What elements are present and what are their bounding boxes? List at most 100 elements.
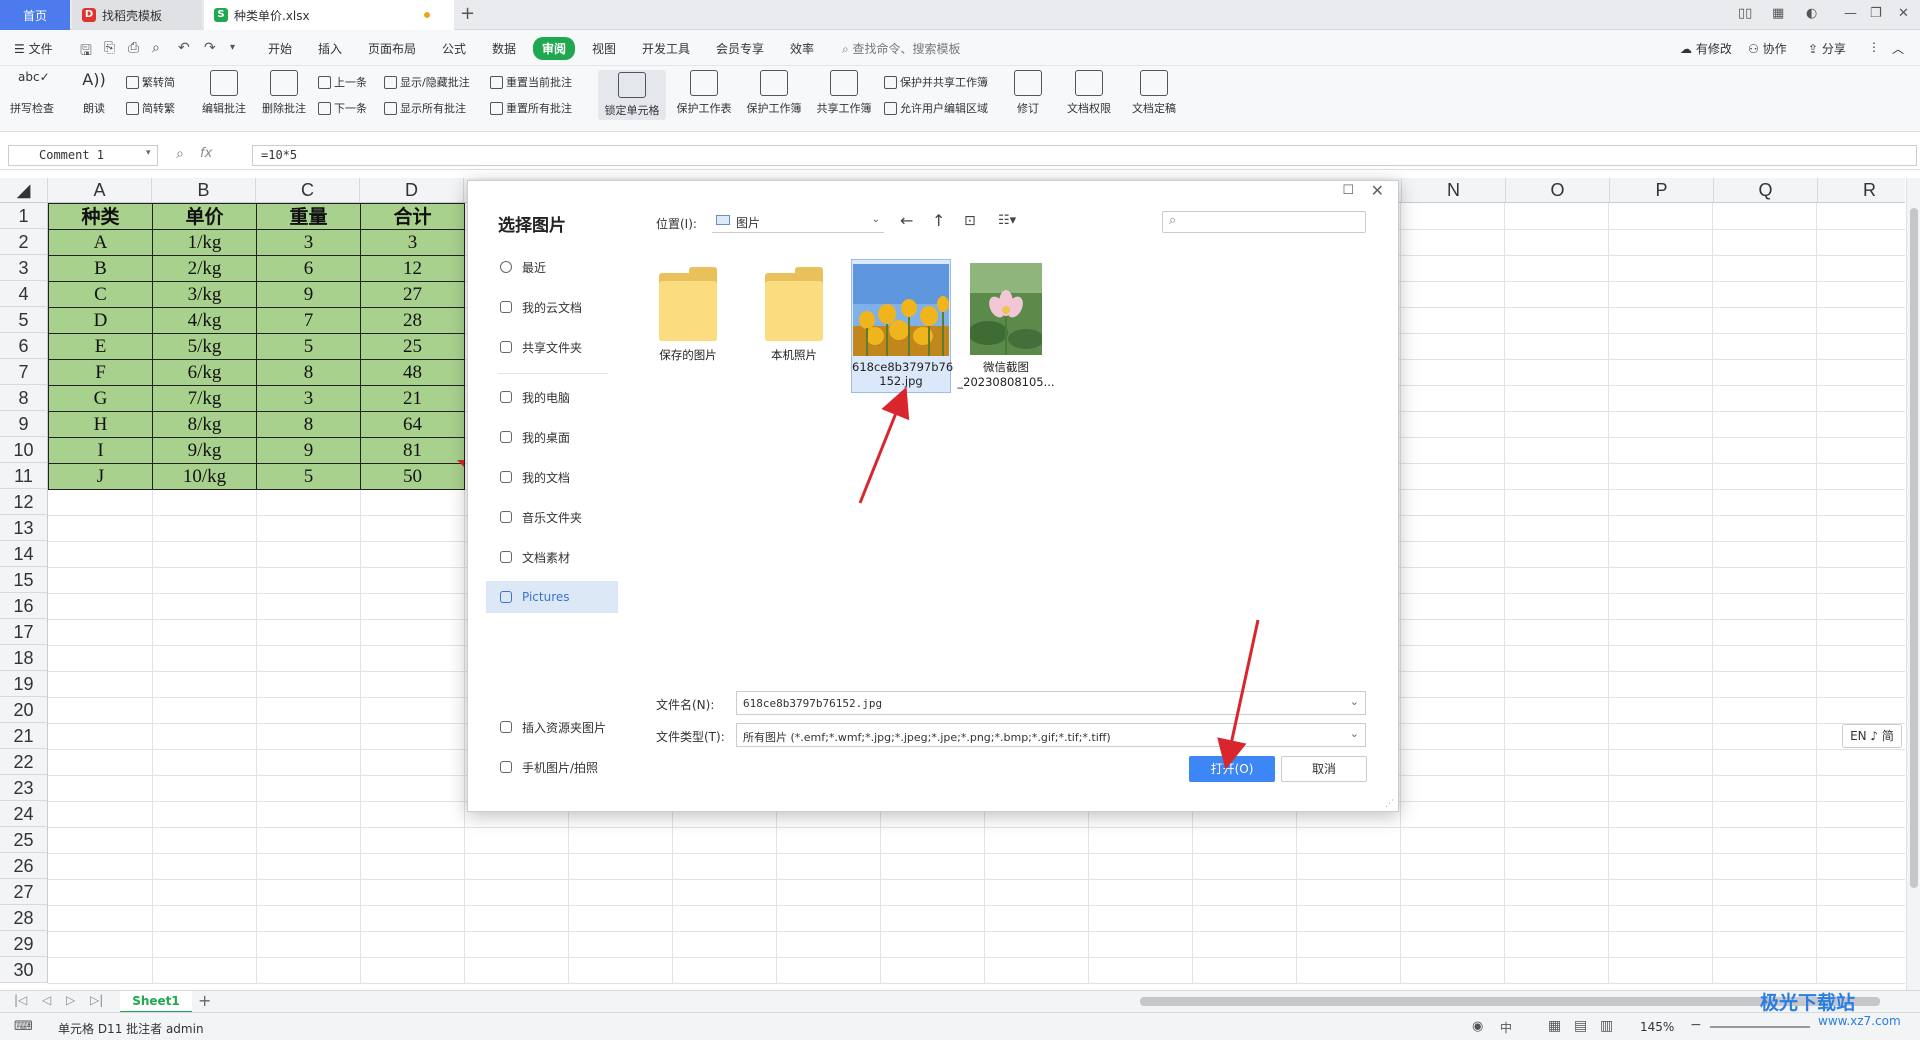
table-cell[interactable]: 27 [360,281,465,308]
table-cell[interactable]: B [48,255,153,282]
share-workbook-button[interactable]: 共享工作簿 [814,70,874,116]
menu-start[interactable]: 开始 [268,40,292,57]
menu-data[interactable]: 数据 [492,40,516,57]
simp-to-trad-button[interactable]: 简转繁 [126,100,175,116]
chevron-down-icon[interactable]: ⌄ [1350,695,1359,708]
collapse-ribbon-icon[interactable]: ︿ [1892,40,1904,57]
table-cell[interactable]: 2/kg [152,255,257,282]
menu-efficiency[interactable]: 效率 [790,40,814,57]
vertical-scroll-thumb[interactable] [1910,208,1918,888]
row-header[interactable]: 27 [0,879,48,905]
more-quick-icon[interactable]: ▾ [230,42,235,53]
row-header[interactable]: 12 [0,489,48,515]
select-all-corner[interactable]: ◢ [0,178,48,203]
new-tab-icon[interactable]: + [460,3,475,24]
table-cell[interactable]: 4/kg [152,307,257,334]
fx-icon[interactable]: fx [200,146,212,161]
prev-sheet-icon[interactable]: ◁ [42,993,51,1007]
row-header[interactable]: 9 [0,411,48,437]
normal-view-icon[interactable]: ▦ [1548,1018,1561,1034]
folder-saved-pictures[interactable]: 保存的图片 [638,259,738,363]
table-cell[interactable]: 8/kg [152,411,257,438]
share-button[interactable]: ⇪ 分享 [1808,40,1846,57]
table-cell[interactable]: 64 [360,411,465,438]
new-folder-icon[interactable]: ⊡ [964,213,976,229]
table-cell[interactable]: 8 [256,359,361,386]
macro-record-icon[interactable]: ⌨ [14,1019,33,1034]
export-icon[interactable]: ⎘ [104,40,115,56]
sidebar-item-cloud-docs[interactable]: 我的云文档 [486,291,618,323]
column-header-a[interactable]: A [48,178,152,203]
row-header[interactable]: 2 [0,229,48,255]
file-wechat-screenshot[interactable]: 微信截图 _20230808105... [956,259,1056,389]
table-cell[interactable]: A [48,229,153,256]
sidebar-item-desktop[interactable]: 我的桌面 [486,421,618,453]
dialog-search-input[interactable]: ⌕ [1162,211,1366,233]
menu-file[interactable]: ☰ 文件 [14,40,53,57]
collaborate-button[interactable]: ⚇ 协作 [1748,40,1787,57]
table-cell[interactable]: 3 [360,229,465,256]
row-header[interactable]: 26 [0,853,48,879]
show-all-comments-button[interactable]: 显示所有批注 [384,100,466,116]
sheet-tab-sheet1[interactable]: Sheet1 [120,991,192,1013]
add-sheet-icon[interactable]: + [198,991,211,1010]
row-header[interactable]: 24 [0,801,48,827]
chevron-down-icon[interactable]: ⌄ [1350,727,1359,740]
reset-all-comments-button[interactable]: 重置所有批注 [490,100,572,116]
eye-protection-icon[interactable]: ◉ [1472,1019,1483,1034]
row-header[interactable]: 28 [0,905,48,931]
column-header-q[interactable]: Q [1714,178,1818,203]
sidebar-item-recent[interactable]: 最近 [486,251,618,283]
menu-formula[interactable]: 公式 [442,40,466,57]
resize-grip-icon[interactable]: ⋰ [1385,799,1394,809]
row-header[interactable]: 25 [0,827,48,853]
doc-final-button[interactable]: 文档定稿 [1124,70,1184,116]
table-cell[interactable]: H [48,411,153,438]
row-header[interactable]: 3 [0,255,48,281]
save-icon[interactable]: 🖫 [80,40,92,64]
name-box-dropdown-icon[interactable]: ▾ [146,148,151,158]
allow-edit-range-button[interactable]: 允许用户编辑区域 [884,100,988,116]
redo-icon[interactable]: ↷ [204,40,216,56]
sidebar-item-my-computer[interactable]: 我的电脑 [486,381,618,413]
row-header[interactable]: 15 [0,567,48,593]
table-cell[interactable]: 9 [256,281,361,308]
close-window-icon[interactable]: ✕ [1898,6,1909,21]
tab-home[interactable]: 首页 [0,0,70,30]
minimize-icon[interactable]: — [1844,6,1857,21]
insert-resource-pictures-link[interactable]: 插入资源夹图片 [486,711,618,743]
print-icon[interactable]: ⎙ [128,40,139,56]
revise-button[interactable]: 修订 [1008,70,1048,116]
view-mode-icon[interactable]: ☷▾ [998,213,1016,228]
table-cell[interactable]: 7/kg [152,385,257,412]
table-header-cell[interactable]: 合计 [360,203,465,230]
menu-view[interactable]: 视图 [592,40,616,57]
lock-cell-button[interactable]: 锁定单元格 [598,70,666,120]
zoom-level[interactable]: 145% [1640,1020,1674,1034]
menu-member[interactable]: 会员专享 [716,40,764,57]
filetype-select[interactable]: 所有图片 (*.emf;*.wmf;*.jpg;*.jpeg;*.jpe;*.p… [736,723,1366,747]
page-break-view-icon[interactable]: ▥ [1600,1018,1613,1034]
vertical-scrollbar[interactable] [1906,178,1920,990]
open-button[interactable]: 打开(O) [1189,756,1275,782]
table-cell[interactable]: 21 [360,385,465,412]
table-cell[interactable]: 6 [256,255,361,282]
sidebar-item-pictures[interactable]: Pictures [486,581,618,613]
menu-developer[interactable]: 开发工具 [642,40,690,57]
column-header-d[interactable]: D [360,178,464,203]
row-header[interactable]: 23 [0,775,48,801]
menu-review[interactable]: 审阅 [533,37,576,60]
table-cell[interactable]: 10/kg [152,463,257,490]
row-header[interactable]: 8 [0,385,48,411]
has-changes-button[interactable]: ☁ 有修改 [1680,40,1732,57]
row-header[interactable]: 17 [0,619,48,645]
column-header-r[interactable]: R [1818,178,1905,203]
table-cell[interactable]: 9 [256,437,361,464]
undo-icon[interactable]: ↶ [178,40,190,56]
row-header[interactable]: 22 [0,749,48,775]
table-cell[interactable]: 48 [360,359,465,386]
sidebar-item-my-documents[interactable]: 我的文档 [486,461,618,493]
table-cell[interactable]: 28 [360,307,465,334]
row-header[interactable]: 13 [0,515,48,541]
row-header[interactable]: 7 [0,359,48,385]
